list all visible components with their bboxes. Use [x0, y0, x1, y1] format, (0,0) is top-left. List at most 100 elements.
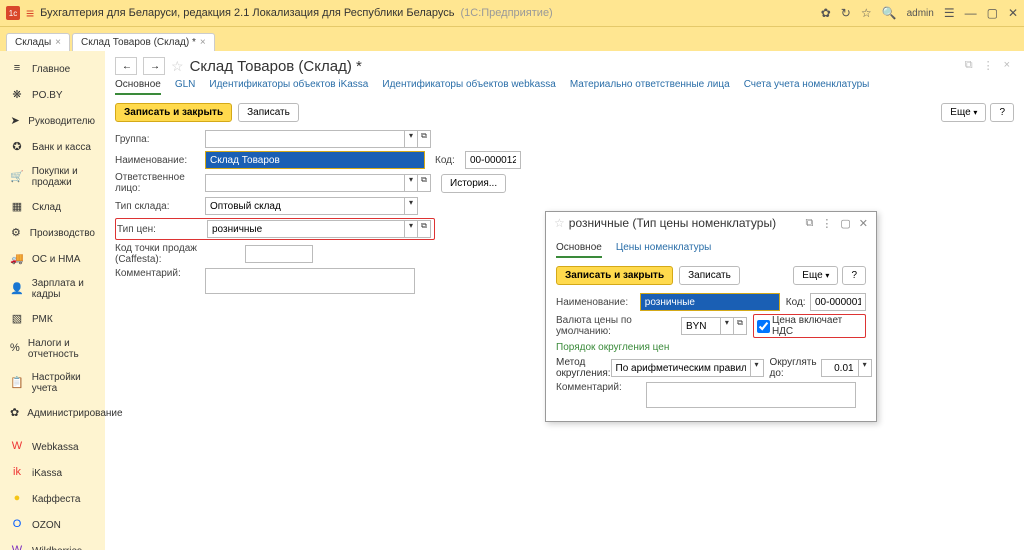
sidebar-icon: ✪	[10, 140, 24, 154]
code-input[interactable]	[465, 151, 521, 169]
sidebar-item[interactable]: WWildberries	[0, 539, 105, 550]
dropdown-icon[interactable]: ▾	[751, 359, 764, 377]
save-and-close-button[interactable]: Записать и закрыть	[556, 266, 673, 285]
subtab[interactable]: Материально ответственные лица	[570, 79, 730, 95]
subtab[interactable]: Основное	[115, 79, 161, 95]
menu-icon[interactable]: ≡	[26, 5, 34, 21]
sidebar-item[interactable]: ▧РМК	[0, 307, 105, 331]
sidebar-item[interactable]: WWebkassa	[0, 435, 105, 459]
minimize-icon[interactable]: —	[965, 6, 977, 20]
favorites-icon[interactable]: ☆	[861, 6, 872, 20]
open-icon[interactable]: ⧉	[734, 317, 747, 335]
subtab[interactable]: Счета учета номенклатуры	[744, 79, 870, 95]
sidebar-item[interactable]: ✿Администрирование	[0, 401, 105, 425]
sidebar-item[interactable]: OOZON	[0, 513, 105, 537]
tab-close-icon[interactable]: ×	[200, 37, 206, 48]
resp-input[interactable]	[205, 174, 405, 192]
dropdown-icon[interactable]: ▾	[859, 359, 872, 377]
settings-dropdown-icon[interactable]: ☰	[944, 6, 955, 20]
close-page-icon[interactable]: ×	[1004, 59, 1010, 72]
star-icon[interactable]: ☆	[171, 58, 184, 75]
tab-item[interactable]: Склад Товаров (Склад) * ×	[72, 33, 215, 51]
open-new-window-icon[interactable]: ⧉	[965, 59, 973, 72]
comment-input[interactable]	[646, 382, 856, 408]
star-icon[interactable]: ☆	[554, 216, 565, 230]
history-button[interactable]: История...	[441, 174, 506, 193]
maximize-icon[interactable]: ▢	[840, 217, 850, 230]
open-icon[interactable]: ⧉	[418, 220, 431, 238]
sidebar-icon: ⚙	[10, 226, 22, 240]
type-input[interactable]	[205, 197, 405, 215]
subtab[interactable]: Основное	[556, 242, 602, 258]
more-button[interactable]: Еще ▾	[941, 103, 986, 122]
sidebar-item[interactable]: ❋PO.BY	[0, 83, 105, 107]
sidebar-icon: ik	[10, 466, 24, 480]
code-input[interactable]	[810, 293, 866, 311]
save-button[interactable]: Записать	[679, 266, 740, 285]
save-and-close-button[interactable]: Записать и закрыть	[115, 103, 232, 122]
sidebar-item[interactable]: ⚙Производство	[0, 221, 105, 245]
currency-label: Валюта цены по умолчанию:	[556, 315, 681, 337]
sidebar-item[interactable]: ✪Банк и касса	[0, 135, 105, 159]
sidebar-item[interactable]: 🛒Покупки и продажи	[0, 161, 105, 193]
link-icon[interactable]: ⧉	[806, 217, 814, 230]
currency-input[interactable]	[681, 317, 721, 335]
subtab[interactable]: Идентификаторы объектов iKassa	[209, 79, 368, 95]
roundto-input[interactable]	[821, 359, 859, 377]
name-label: Наименование:	[115, 155, 205, 166]
sidebar-item[interactable]: 🚚ОС и НМА	[0, 247, 105, 271]
sidebar-item[interactable]: ●Каффеста	[0, 487, 105, 511]
maximize-icon[interactable]: ▢	[987, 6, 998, 20]
dropdown-icon[interactable]: ▾	[405, 130, 418, 148]
help-button[interactable]: ?	[842, 266, 866, 285]
save-button[interactable]: Записать	[238, 103, 299, 122]
pricetype-label: Тип цен:	[117, 224, 207, 235]
more-button[interactable]: Еще ▾	[793, 266, 838, 285]
notifications-icon[interactable]: ✿	[821, 6, 831, 20]
user-name[interactable]: admin	[907, 8, 934, 19]
help-button[interactable]: ?	[990, 103, 1014, 122]
sidebar-icon: O	[10, 518, 24, 532]
forward-button[interactable]: →	[143, 57, 165, 75]
close-icon[interactable]: ✕	[1008, 6, 1018, 20]
pos-input[interactable]	[245, 245, 313, 263]
sidebar-item[interactable]: ikiKassa	[0, 461, 105, 485]
dropdown-icon[interactable]: ▾	[405, 197, 418, 215]
back-button[interactable]: ←	[115, 57, 137, 75]
tab-item[interactable]: Склады ×	[6, 33, 70, 51]
subtab[interactable]: Цены номенклатуры	[616, 242, 711, 258]
close-icon[interactable]: ✕	[859, 217, 868, 230]
sidebar-item[interactable]: 📋Настройки учета	[0, 367, 105, 399]
dropdown-icon[interactable]: ▾	[405, 220, 418, 238]
more-icon[interactable]: ⋮	[983, 59, 994, 72]
subtab[interactable]: Идентификаторы объектов webkassa	[382, 79, 555, 95]
vat-checkbox-wrap[interactable]: Цена включает НДС	[753, 314, 866, 338]
open-icon[interactable]: ⧉	[418, 130, 431, 148]
sidebar-label: Руководителю	[28, 116, 95, 127]
open-icon[interactable]: ⧉	[418, 174, 431, 192]
tab-close-icon[interactable]: ×	[55, 37, 61, 48]
subtabs: Основное GLN Идентификаторы объектов iKass…	[115, 79, 1014, 95]
sidebar-item[interactable]: ➤Руководителю	[0, 109, 105, 133]
pricetype-input[interactable]	[207, 220, 405, 238]
search-icon[interactable]: 🔍	[882, 6, 897, 20]
tab-label: Склад Товаров (Склад) *	[81, 37, 196, 48]
comment-input[interactable]	[205, 268, 415, 294]
dropdown-icon[interactable]: ▾	[721, 317, 734, 335]
sidebar-item[interactable]: 👤Зарплата и кадры	[0, 273, 105, 305]
vat-checkbox[interactable]	[757, 320, 770, 333]
sidebar-item[interactable]: %Налоги и отчетность	[0, 333, 105, 365]
method-label: Метод округления:	[556, 357, 611, 379]
method-input[interactable]	[611, 359, 751, 377]
sidebar-item[interactable]: ▦Склад	[0, 195, 105, 219]
subtab[interactable]: GLN	[175, 79, 196, 95]
more-icon[interactable]: ⋮	[821, 217, 832, 230]
name-input[interactable]	[640, 293, 780, 311]
history-icon[interactable]: ↻	[841, 6, 851, 20]
name-input[interactable]	[205, 151, 425, 169]
app-logo: 1c	[6, 6, 20, 20]
dropdown-icon[interactable]: ▾	[405, 174, 418, 192]
group-input[interactable]	[205, 130, 405, 148]
sidebar-item[interactable]: ≡Главное	[0, 57, 105, 81]
comment-label: Комментарий:	[556, 382, 646, 393]
